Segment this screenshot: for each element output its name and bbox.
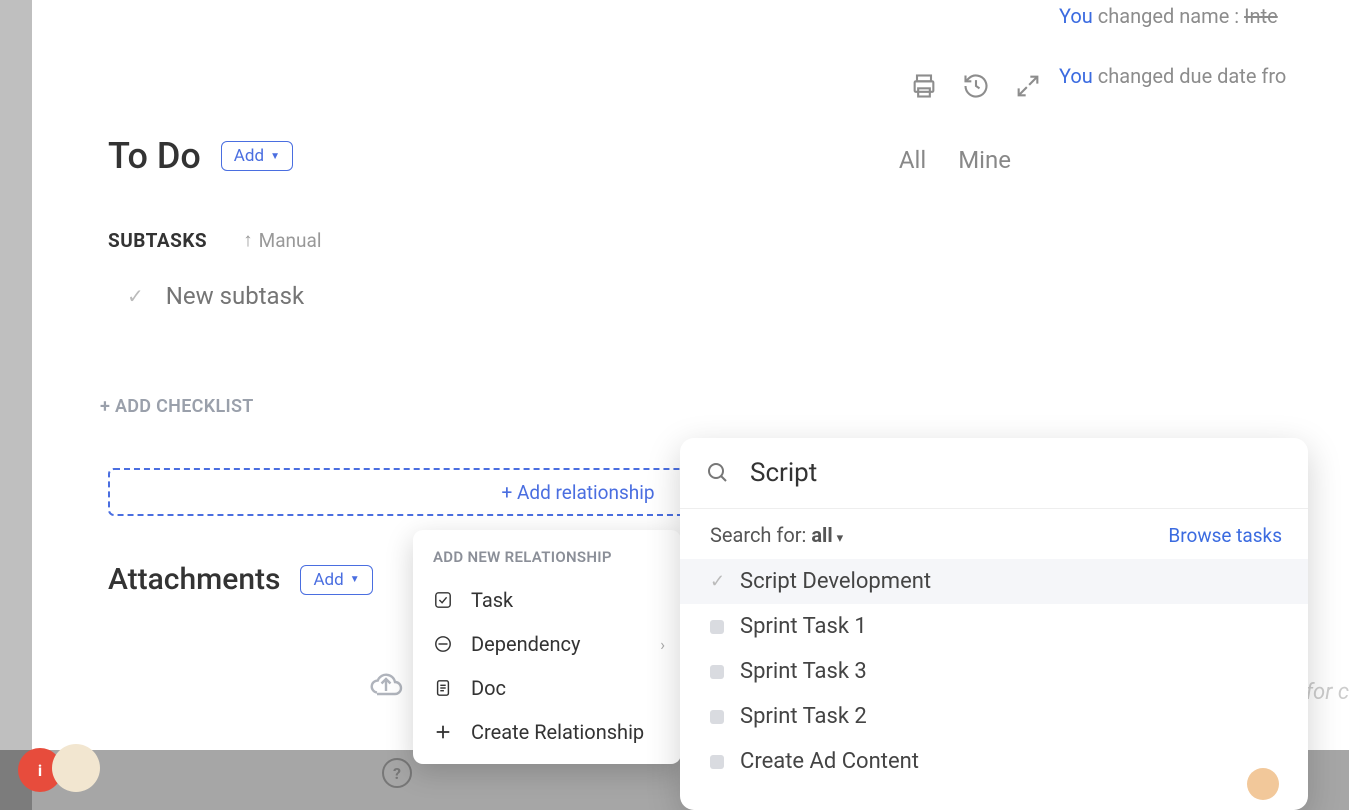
add-status-button[interactable]: Add ▼ <box>221 141 293 171</box>
search-filter-row: Search for: all▾ Browse tasks <box>680 509 1308 553</box>
truncated-text: for c <box>1306 680 1349 705</box>
sort-button[interactable]: ↑ Manual <box>243 228 321 252</box>
activity-entry: You changed due date fro <box>1059 64 1349 88</box>
add-label: Add <box>234 146 264 166</box>
sort-label: Manual <box>259 229 322 252</box>
attachments-header: Attachments Add ▼ <box>108 562 373 597</box>
tab-all[interactable]: All <box>899 146 926 174</box>
relationship-context-menu: ADD NEW RELATIONSHIP Task Dependency › D… <box>413 530 681 764</box>
result-label: Sprint Task 2 <box>740 704 867 729</box>
activity-user: You <box>1059 64 1093 88</box>
modal-toolbar <box>910 72 1042 100</box>
search-result-item[interactable]: Sprint Task 3 <box>680 649 1308 694</box>
result-label: Sprint Task 1 <box>740 614 867 639</box>
result-label: Create Ad Content <box>740 749 919 774</box>
history-icon[interactable] <box>962 72 990 100</box>
chevron-right-icon: › <box>660 635 665 654</box>
activity-tabs: All Mine <box>899 146 1011 174</box>
cloud-upload-icon <box>368 670 404 700</box>
ctx-item-task[interactable]: Task <box>413 578 681 622</box>
result-label: Sprint Task 3 <box>740 659 867 684</box>
backdrop <box>0 0 32 810</box>
ctx-label: Doc <box>471 676 506 700</box>
expand-icon[interactable] <box>1014 72 1042 100</box>
status-square-icon <box>710 620 724 634</box>
plus-icon <box>433 722 453 742</box>
subtasks-header: SUBTASKS ↑ Manual <box>108 228 321 252</box>
add-attachment-button[interactable]: Add ▼ <box>300 565 372 595</box>
status-square-icon <box>710 755 724 769</box>
search-result-item[interactable]: Create Ad Content <box>680 739 1308 784</box>
tab-mine[interactable]: Mine <box>958 146 1011 174</box>
search-result-item[interactable]: Sprint Task 1 <box>680 604 1308 649</box>
task-check-icon <box>433 590 453 610</box>
arrow-up-icon: ↑ <box>243 228 253 252</box>
ctx-label: Dependency <box>471 632 580 656</box>
ctx-item-create[interactable]: Create Relationship <box>413 710 681 754</box>
search-result-item[interactable]: Sprint Task 2 <box>680 694 1308 739</box>
search-result-item[interactable]: ✓ Script Development <box>680 559 1308 604</box>
search-input[interactable] <box>750 458 1282 488</box>
status-title: To Do <box>108 135 201 177</box>
browse-tasks-link[interactable]: Browse tasks <box>1168 524 1282 547</box>
caret-down-icon: ▼ <box>350 574 360 585</box>
blocked-icon <box>433 634 453 654</box>
ctx-item-doc[interactable]: Doc <box>413 666 681 710</box>
ctx-label: Task <box>471 588 513 612</box>
add-checklist-button[interactable]: + ADD CHECKLIST <box>100 396 254 417</box>
search-results: ✓ Script Development Sprint Task 1 Sprin… <box>680 553 1308 810</box>
attachments-title: Attachments <box>108 562 280 597</box>
search-icon <box>706 461 730 485</box>
ctx-item-dependency[interactable]: Dependency › <box>413 622 681 666</box>
result-label: Script Development <box>740 569 931 594</box>
check-icon: ✓ <box>127 284 144 308</box>
ctx-label: Create Relationship <box>471 720 644 744</box>
add-attach-label: Add <box>313 570 343 590</box>
activity-feed: You changed name : Inte You changed due … <box>1059 0 1349 200</box>
activity-user: You <box>1059 4 1093 28</box>
new-subtask-row: ✓ <box>127 282 566 310</box>
search-scope[interactable]: Search for: all▾ <box>710 523 843 547</box>
doc-icon <box>433 678 453 698</box>
activity-entry: You changed name : Inte <box>1059 4 1349 28</box>
avatar[interactable] <box>1247 768 1279 800</box>
avatar[interactable] <box>52 744 100 792</box>
todo-header: To Do Add ▼ <box>108 135 293 177</box>
search-row <box>680 438 1308 509</box>
subtasks-label: SUBTASKS <box>108 229 207 252</box>
add-relationship-label: + Add relationship <box>501 481 654 504</box>
task-search-panel: Search for: all▾ Browse tasks ✓ Script D… <box>680 438 1308 810</box>
chevron-down-icon: ▾ <box>837 531 844 546</box>
help-button[interactable]: ? <box>382 758 412 788</box>
ctx-header: ADD NEW RELATIONSHIP <box>413 548 681 578</box>
check-icon: ✓ <box>710 571 724 592</box>
new-subtask-input[interactable] <box>166 282 566 310</box>
print-icon[interactable] <box>910 72 938 100</box>
status-square-icon <box>710 665 724 679</box>
status-square-icon <box>710 710 724 724</box>
caret-down-icon: ▼ <box>270 151 280 162</box>
